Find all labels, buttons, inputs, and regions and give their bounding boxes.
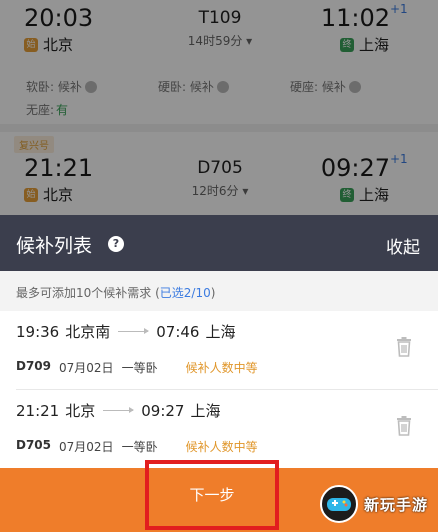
departure-station: 北京南: [65, 323, 111, 341]
panel-title: 候补列表: [16, 235, 93, 257]
arrival-time: 07:46: [156, 322, 200, 341]
modal-backdrop[interactable]: [0, 0, 438, 215]
waitlist-limit-info: 最多可添加10个候补需求 (已选2/10): [0, 271, 438, 311]
waitlist-panel-header: 候补列表 ? 收起: [0, 215, 438, 271]
waitlist-item: 21:21 北京 09:27 上海 D705 07月02日 一等卧 候补人数中等: [0, 390, 438, 468]
departure-station: 北京: [65, 402, 96, 420]
arrow-right-icon: [103, 407, 135, 413]
trash-icon[interactable]: [396, 416, 412, 436]
watermark-text: 新玩手游: [364, 495, 429, 514]
waitlist-meta: D705 07月02日 一等卧 候补人数中等: [16, 438, 258, 455]
limit-text: 最多可添加10个候补需求 (: [16, 286, 160, 300]
seat-class: 一等卧: [121, 440, 158, 454]
next-step-button[interactable]: 下一步: [145, 460, 279, 530]
train-code: D709: [16, 359, 52, 373]
waitlist-route: 19:36 北京南 07:46 上海: [16, 321, 236, 342]
seat-class: 一等卧: [121, 361, 158, 375]
arrow-right-icon: [118, 328, 150, 334]
trash-icon[interactable]: [396, 337, 412, 357]
arrival-station: 上海: [205, 323, 236, 341]
waitlist-item: 19:36 北京南 07:46 上海 D709 07月02日 一等卧 候补人数中…: [0, 311, 438, 389]
watermark: 新玩手游: [320, 480, 438, 528]
selected-count: 已选2/10: [159, 286, 211, 300]
departure-time: 21:21: [16, 401, 60, 420]
waitlist-route: 21:21 北京 09:27 上海: [16, 400, 221, 421]
gamepad-logo-icon: [320, 485, 358, 523]
departure-time: 19:36: [16, 322, 60, 341]
waitlist-demand-hint: 候补人数中等: [185, 361, 258, 375]
collapse-button[interactable]: 收起: [386, 233, 420, 258]
train-list: 20:03 始 北京 T109 14时59分 ▾ 11:02 +1 终 上海 软…: [0, 0, 438, 215]
waitlist-meta: D709 07月02日 一等卧 候补人数中等: [16, 359, 258, 376]
travel-date: 07月02日: [59, 440, 114, 454]
help-icon[interactable]: ?: [108, 236, 124, 252]
limit-close-paren: ): [210, 286, 216, 300]
travel-date: 07月02日: [59, 361, 114, 375]
waitlist-demand-hint: 候补人数中等: [185, 440, 258, 454]
arrival-station: 上海: [190, 402, 221, 420]
train-code: D705: [16, 438, 52, 452]
arrival-time: 09:27: [141, 401, 185, 420]
